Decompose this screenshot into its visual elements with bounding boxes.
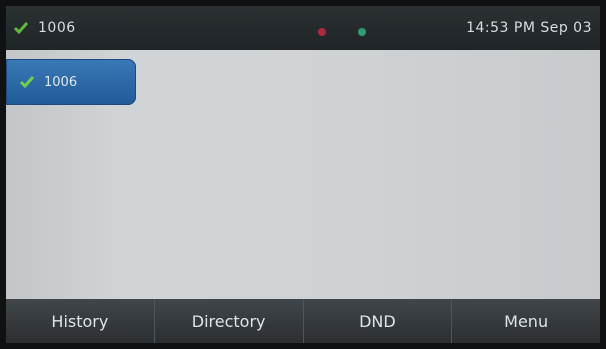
softkey-menu[interactable]: Menu	[452, 299, 600, 343]
phone-screen: 1006 14:53 PM Sep 03 1006 History Direct…	[0, 0, 606, 349]
account-status: 1006	[14, 16, 76, 40]
softkey-dnd[interactable]: DND	[304, 299, 453, 343]
line-key-1[interactable]: 1006	[6, 59, 136, 105]
check-icon	[14, 22, 28, 35]
status-dot-green	[358, 28, 366, 36]
softkey-directory[interactable]: Directory	[155, 299, 304, 343]
softkey-bar: History Directory DND Menu	[6, 299, 600, 343]
status-dot-red	[318, 28, 326, 36]
check-icon	[20, 76, 34, 89]
softkey-history[interactable]: History	[6, 299, 155, 343]
datetime-area: 14:53 PM Sep 03	[456, 16, 592, 40]
status-bar: 1006 14:53 PM Sep 03	[6, 6, 600, 50]
datetime: 14:53 PM Sep 03	[466, 20, 592, 36]
line-key-label: 1006	[44, 74, 78, 90]
status-indicators	[312, 28, 392, 36]
account-label: 1006	[38, 20, 76, 36]
